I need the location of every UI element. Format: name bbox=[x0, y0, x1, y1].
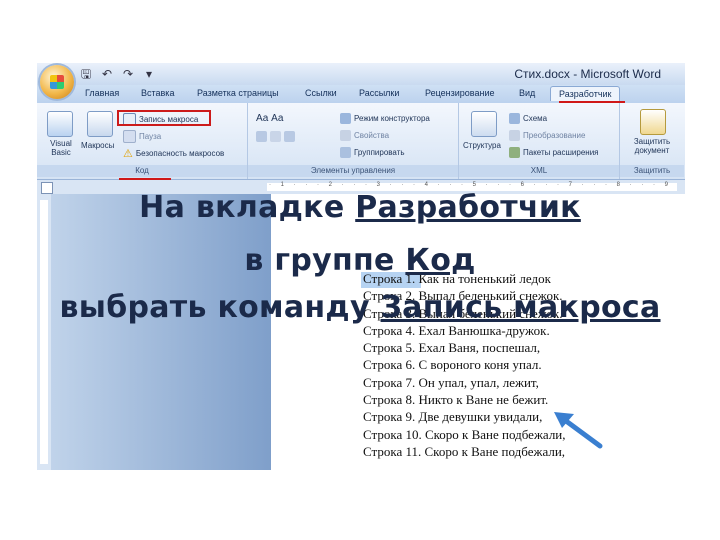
caption-record-macro-link: Запись макроса bbox=[380, 290, 661, 325]
properties-icon bbox=[340, 130, 351, 141]
group-xml: Структура Схема Преобразование Пакеты ра… bbox=[459, 103, 620, 179]
schema-button[interactable]: Схема bbox=[509, 113, 547, 124]
customize-icon[interactable]: ▾ bbox=[142, 67, 156, 81]
transform-button[interactable]: Преобразование bbox=[509, 130, 585, 141]
doc-line: Строка 5. Ехал Ваня, поспешал, bbox=[363, 340, 541, 356]
text-controls[interactable]: Аа Аа bbox=[256, 113, 283, 124]
lock-icon bbox=[640, 109, 666, 135]
design-mode-button[interactable]: Режим конструктора bbox=[340, 113, 430, 124]
group-button[interactable]: Группировать bbox=[340, 147, 405, 158]
design-mode-icon bbox=[340, 113, 351, 124]
macros-icon bbox=[87, 111, 113, 137]
packs-icon bbox=[509, 147, 520, 158]
design-mode-label: Режим конструктора bbox=[354, 114, 430, 123]
caption-line-2: в группе Код bbox=[0, 243, 720, 278]
caption-line-2-text: в группе bbox=[244, 243, 406, 278]
protect-document-button[interactable]: Защитить документ bbox=[624, 137, 680, 155]
macro-security-label: Безопасность макросов bbox=[135, 149, 225, 158]
tab-home[interactable]: Главная bbox=[85, 88, 119, 98]
group-protect-label: Защитить bbox=[620, 165, 684, 177]
group-controls: Аа Аа Режим конструктора Свойства Группи… bbox=[248, 103, 459, 179]
visual-basic-icon bbox=[47, 111, 73, 137]
doc-line: Строка 8. Никто к Ване не бежит. bbox=[363, 392, 549, 408]
transform-label: Преобразование bbox=[523, 131, 586, 140]
tab-developer[interactable]: Разработчик bbox=[550, 86, 621, 101]
tab-insert[interactable]: Вставка bbox=[141, 88, 174, 98]
window-title: Стих.docx - Microsoft Word bbox=[514, 67, 661, 81]
vertical-ruler[interactable] bbox=[37, 194, 52, 470]
properties-label: Свойства bbox=[354, 131, 390, 140]
office-button[interactable] bbox=[40, 65, 74, 99]
schema-label: Схема bbox=[523, 114, 548, 123]
tab-references[interactable]: Ссылки bbox=[305, 88, 337, 98]
redo-icon[interactable]: ↷ bbox=[121, 67, 135, 81]
quick-access-toolbar: 🖫 ↶ ↷ ▾ bbox=[79, 67, 156, 81]
group-xml-label: XML bbox=[459, 165, 619, 177]
schema-icon bbox=[509, 113, 520, 124]
tab-page-layout[interactable]: Разметка страницы bbox=[197, 88, 279, 98]
ribbon: Visual Basic Макросы Запись макроса Пауз… bbox=[37, 103, 685, 180]
group-controls-label: Элементы управления bbox=[248, 165, 458, 177]
structure-icon bbox=[471, 111, 497, 137]
record-macro-highlight bbox=[117, 110, 211, 126]
doc-line: Строка 10. Скоро к Ване подбежали, bbox=[363, 426, 566, 442]
vertical-ruler-area bbox=[40, 200, 48, 464]
workspace-margin bbox=[51, 194, 271, 470]
tab-mailings[interactable]: Рассылки bbox=[359, 88, 399, 98]
save-icon[interactable]: 🖫 bbox=[79, 67, 93, 81]
properties-button[interactable]: Свойства bbox=[340, 130, 389, 141]
tab-review[interactable]: Рецензирование bbox=[425, 88, 495, 98]
group-protect: Защитить документ Защитить bbox=[620, 103, 684, 179]
doc-line: Строка 9. Две девушки увидали, bbox=[363, 409, 543, 425]
tab-view[interactable]: Вид bbox=[519, 88, 535, 98]
title-bar: 🖫 ↶ ↷ ▾ Стих.docx - Microsoft Word bbox=[37, 63, 685, 85]
caption-code-link: Код bbox=[405, 243, 476, 278]
ruler-ticks: · 1 · · · 2 · · · 3 · · · 4 · · · 5 · · … bbox=[269, 182, 672, 188]
caption-line-3-text: выбрать команду bbox=[59, 290, 381, 325]
caption-line-1-text: На вкладке bbox=[139, 190, 356, 225]
expansion-packs-button[interactable]: Пакеты расширения bbox=[509, 147, 599, 158]
doc-line: Строка 11. Скоро к Ване подбежали, bbox=[363, 443, 566, 459]
group-code-label: Код bbox=[37, 165, 247, 177]
undo-icon[interactable]: ↶ bbox=[100, 67, 114, 81]
macro-security-button[interactable]: ⚠ Безопасность макросов bbox=[123, 147, 224, 160]
visual-basic-button[interactable]: Visual Basic bbox=[43, 139, 79, 157]
doc-line: Строка 7. Он упал, упал, лежит, bbox=[363, 374, 539, 390]
document-page[interactable]: Строка 1. Как на тоненький ледок Строка … bbox=[271, 194, 685, 470]
pointer-arrow-icon bbox=[554, 412, 603, 449]
group-icon bbox=[340, 147, 351, 158]
doc-line: Строка 6. С вороного коня упал. bbox=[363, 357, 542, 373]
control-icons-row[interactable] bbox=[256, 131, 295, 142]
structure-button[interactable]: Структура bbox=[463, 141, 501, 150]
group-label: Группировать bbox=[354, 148, 405, 157]
dropdown-icon bbox=[270, 131, 281, 142]
macros-button[interactable]: Макросы bbox=[81, 141, 114, 150]
combo-icon bbox=[256, 131, 267, 142]
warning-icon: ⚠ bbox=[123, 148, 133, 160]
caption-line-1: На вкладке Разработчик bbox=[0, 190, 720, 225]
pause-label: Пауза bbox=[139, 132, 162, 141]
transform-icon bbox=[509, 130, 520, 141]
caption-line-3: выбрать команду Запись макроса bbox=[0, 290, 720, 325]
date-icon bbox=[284, 131, 295, 142]
pause-button[interactable]: Пауза bbox=[123, 130, 161, 143]
caption-developer-link: Разработчик bbox=[355, 190, 581, 225]
pause-icon bbox=[123, 130, 136, 143]
packs-label: Пакеты расширения bbox=[523, 148, 599, 157]
